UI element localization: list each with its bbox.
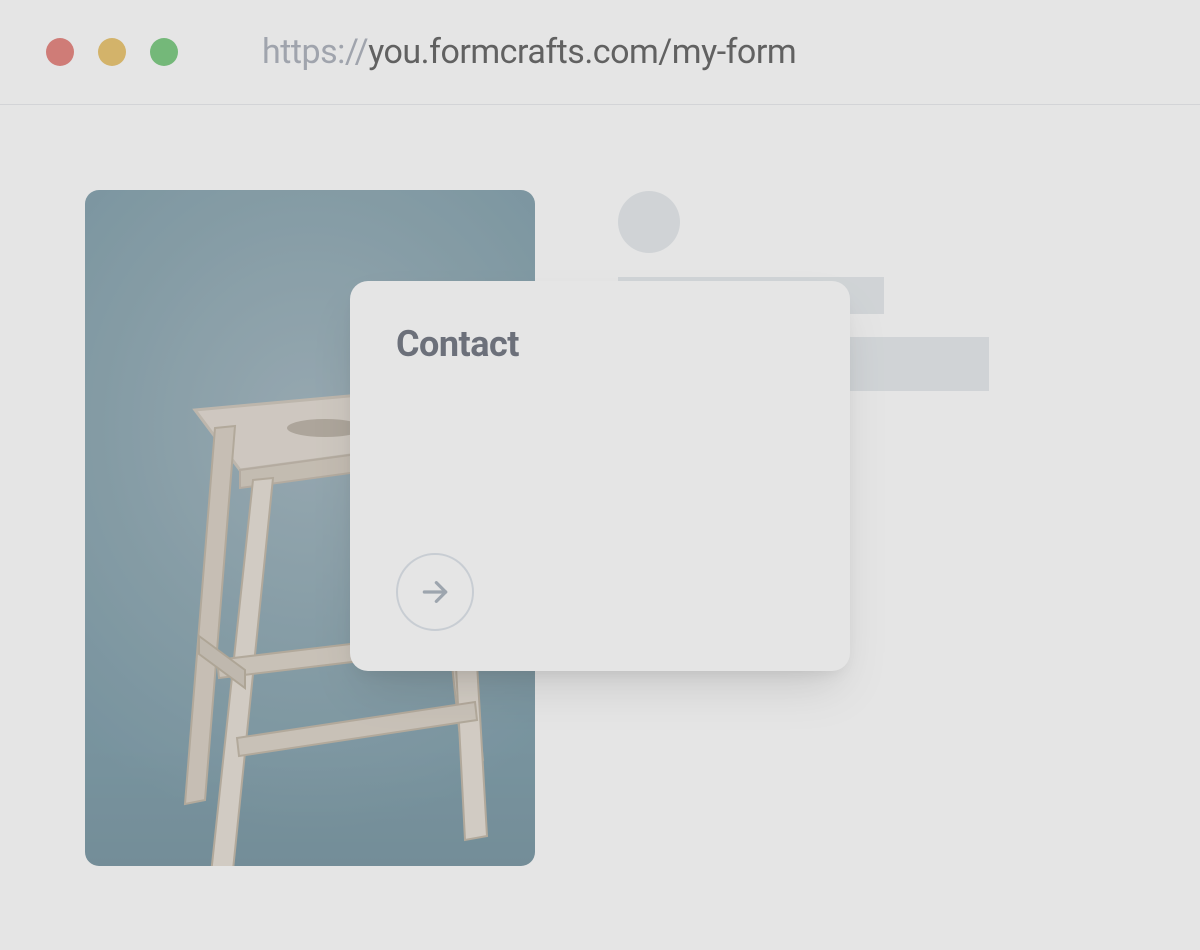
window-close-dot[interactable] bbox=[46, 38, 74, 66]
modal-body-spacer bbox=[396, 365, 804, 553]
browser-url-bar: https://you.formcrafts.com/my-form bbox=[0, 0, 1200, 105]
page-body: Contact bbox=[0, 105, 1200, 950]
window-zoom-dot[interactable] bbox=[150, 38, 178, 66]
address-text: https://you.formcrafts.com/my-form bbox=[262, 32, 796, 72]
next-button[interactable] bbox=[396, 553, 474, 631]
modal-title: Contact bbox=[396, 325, 804, 365]
window-minimize-dot[interactable] bbox=[98, 38, 126, 66]
contact-modal: Contact bbox=[350, 281, 850, 671]
url-rest: you.formcrafts.com/my-form bbox=[368, 32, 796, 72]
skeleton-avatar bbox=[618, 191, 680, 253]
arrow-right-icon bbox=[419, 576, 451, 608]
url-protocol: https:// bbox=[262, 32, 368, 72]
